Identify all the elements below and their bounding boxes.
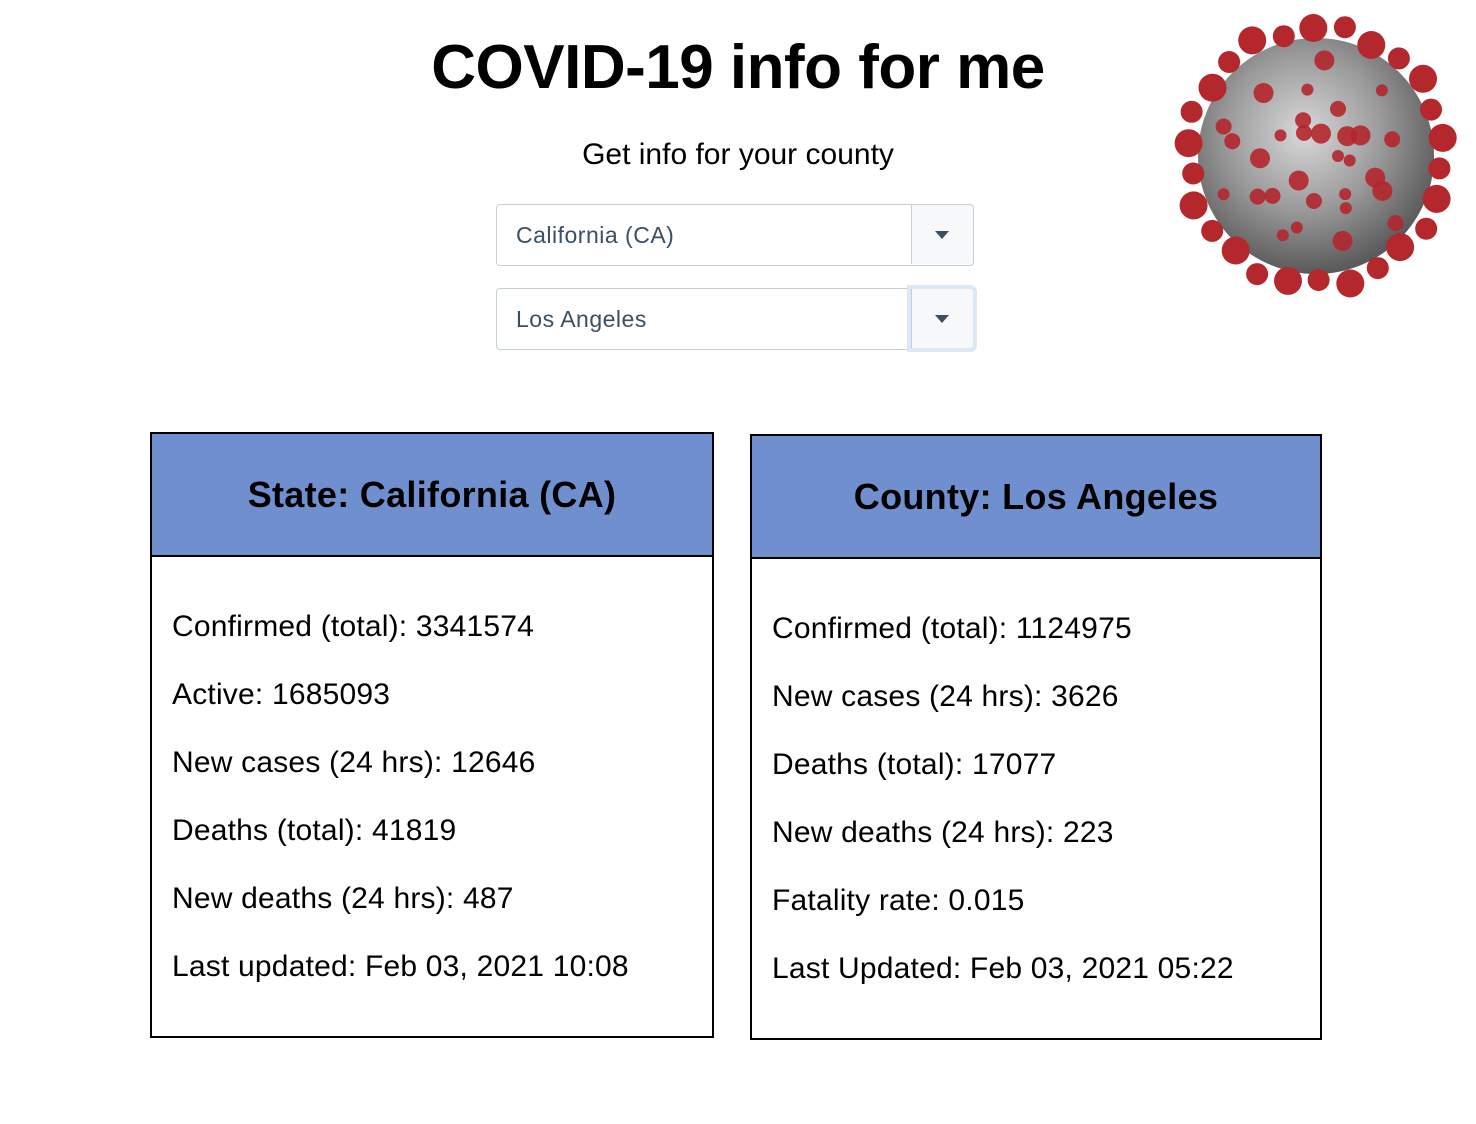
surface-protein bbox=[1343, 154, 1356, 167]
spike-protein bbox=[1333, 16, 1356, 39]
surface-protein bbox=[1276, 229, 1289, 242]
spike-protein bbox=[1246, 263, 1269, 286]
spike-protein bbox=[1387, 47, 1410, 70]
surface-protein bbox=[1330, 100, 1346, 117]
surface-protein bbox=[1332, 150, 1344, 162]
surface-protein bbox=[1384, 131, 1401, 148]
coronavirus-image bbox=[1174, 14, 1457, 298]
county-new-deaths: New deaths (24 hrs): 223 bbox=[772, 816, 1114, 849]
spike-protein bbox=[1274, 266, 1302, 295]
surface-protein bbox=[1224, 133, 1241, 150]
state-active: Active: 1685093 bbox=[172, 678, 391, 711]
county-last-updated: Last Updated: Feb 03, 2021 05:22 bbox=[772, 952, 1234, 985]
spike-protein bbox=[1409, 64, 1437, 93]
surface-protein bbox=[1372, 180, 1393, 201]
county-new-cases: New cases (24 hrs): 3626 bbox=[772, 680, 1119, 713]
state-new-deaths: New deaths (24 hrs): 487 bbox=[172, 882, 514, 915]
state-confirmed-total: Confirmed (total): 3341574 bbox=[172, 610, 535, 643]
spike-protein bbox=[1218, 51, 1241, 73]
surface-protein bbox=[1350, 125, 1371, 146]
spike-protein bbox=[1386, 233, 1415, 262]
surface-protein bbox=[1339, 188, 1352, 201]
state-last-updated: Last updated: Feb 03, 2021 10:08 bbox=[172, 950, 629, 983]
surface-protein bbox=[1215, 118, 1232, 135]
spike-protein bbox=[1180, 100, 1203, 123]
surface-protein bbox=[1249, 188, 1266, 205]
caret-down-icon bbox=[935, 231, 949, 239]
spike-protein bbox=[1221, 236, 1250, 265]
spike-protein bbox=[1238, 26, 1267, 55]
county-select-value: Los Angeles bbox=[516, 306, 647, 332]
spike-protein bbox=[1336, 269, 1365, 298]
county-select[interactable]: Los Angeles bbox=[496, 288, 974, 350]
surface-protein bbox=[1274, 129, 1287, 142]
surface-protein bbox=[1295, 112, 1312, 129]
spike-protein bbox=[1307, 269, 1330, 291]
state-select[interactable]: California (CA) bbox=[496, 204, 974, 266]
surface-protein bbox=[1217, 188, 1230, 201]
surface-protein bbox=[1375, 84, 1388, 97]
caret-down-icon bbox=[935, 315, 949, 323]
state-new-cases: New cases (24 hrs): 12646 bbox=[172, 746, 536, 779]
surface-protein bbox=[1250, 148, 1270, 169]
state-select-value: California (CA) bbox=[516, 222, 675, 248]
surface-protein bbox=[1290, 221, 1303, 234]
county-confirmed-total: Confirmed (total): 1124975 bbox=[772, 612, 1132, 645]
spike-protein bbox=[1182, 162, 1205, 185]
spike-protein bbox=[1428, 123, 1457, 152]
surface-protein bbox=[1301, 83, 1314, 96]
surface-protein bbox=[1288, 170, 1309, 191]
spike-protein bbox=[1299, 14, 1328, 42]
spike-protein bbox=[1272, 25, 1295, 48]
state-card: State: California (CA) Confirmed (total)… bbox=[150, 432, 714, 1038]
surface-protein bbox=[1253, 83, 1274, 103]
spike-protein bbox=[1422, 184, 1451, 213]
county-card: County: Los Angeles Confirmed (total): 1… bbox=[750, 434, 1322, 1040]
spike-protein bbox=[1357, 31, 1386, 59]
spike-protein bbox=[1366, 257, 1389, 280]
spike-protein bbox=[1174, 129, 1203, 158]
county-card-heading: County: Los Angeles bbox=[752, 436, 1320, 559]
county-select-toggle[interactable] bbox=[911, 289, 973, 348]
surface-protein bbox=[1264, 187, 1281, 204]
spike-protein bbox=[1415, 217, 1438, 240]
page: COVID-19 info for me Get info for your c… bbox=[0, 0, 1476, 1124]
spike-protein bbox=[1201, 219, 1224, 242]
surface-protein bbox=[1387, 215, 1404, 231]
spike-protein bbox=[1428, 157, 1451, 180]
spike-protein bbox=[1198, 73, 1227, 102]
county-deaths-total: Deaths (total): 17077 bbox=[772, 748, 1057, 781]
surface-protein bbox=[1311, 123, 1331, 144]
county-fatality-rate: Fatality rate: 0.015 bbox=[772, 884, 1025, 917]
state-select-toggle[interactable] bbox=[911, 205, 973, 264]
surface-protein bbox=[1332, 230, 1353, 251]
surface-protein bbox=[1339, 202, 1352, 215]
surface-protein bbox=[1305, 193, 1322, 209]
state-deaths-total: Deaths (total): 41819 bbox=[172, 814, 457, 847]
spike-protein bbox=[1179, 191, 1208, 220]
state-card-heading: State: California (CA) bbox=[152, 434, 712, 557]
spike-protein bbox=[1420, 98, 1442, 121]
surface-protein bbox=[1314, 50, 1335, 71]
